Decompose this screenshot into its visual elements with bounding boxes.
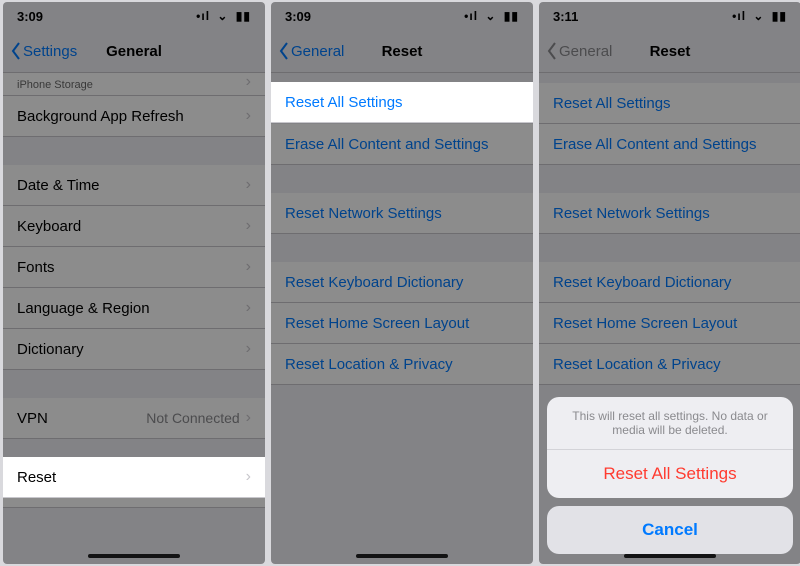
navbar: Settings General [3,30,265,73]
signal-icon: •ıl [196,9,210,23]
status-indicators: •ıl ⌄ ▮▮ [193,9,251,23]
chevron-left-icon [9,42,23,60]
battery-icon: ▮▮ [772,9,787,23]
home-indicator[interactable] [624,554,716,558]
back-label: Settings [23,43,77,60]
row-reset-all: Reset All Settings [539,83,800,124]
status-bar: 3:09 •ıl ⌄ ▮▮ [3,2,265,30]
battery-icon: ▮▮ [236,9,251,23]
row-vpn[interactable]: VPN Not Connected › [3,398,265,439]
status-time: 3:09 [17,9,43,24]
navbar: General Reset [539,30,800,73]
wifi-icon: ⌄ [753,9,764,23]
page-title: General [106,43,162,60]
page-title: Reset [382,43,423,60]
vpn-status: Not Connected [146,410,239,426]
row-reset-keyboard[interactable]: Reset Keyboard Dictionary [271,262,533,303]
page-title: Reset [650,43,691,60]
pane-general: 3:09 •ıl ⌄ ▮▮ Settings General iPhone St… [3,2,265,564]
sheet-message: This will reset all settings. No data or… [547,397,793,450]
sheet-cancel-button[interactable]: Cancel [547,506,793,554]
navbar: General Reset [271,30,533,73]
row-reset-home[interactable]: Reset Home Screen Layout [271,303,533,344]
wifi-icon: ⌄ [217,9,228,23]
row-reset-location[interactable]: Reset Location & Privacy [271,344,533,385]
back-button: General [545,42,612,60]
status-bar: 3:09 •ıl ⌄ ▮▮ [271,2,533,30]
row-fonts[interactable]: Fonts› [3,247,265,288]
row-reset-network: Reset Network Settings [539,193,800,234]
sheet-confirm-button[interactable]: Reset All Settings [547,450,793,498]
home-indicator[interactable] [88,554,180,558]
signal-icon: •ıl [732,9,746,23]
row-bg-refresh[interactable]: Background App Refresh› [3,96,265,137]
home-indicator[interactable] [356,554,448,558]
status-time: 3:09 [285,9,311,24]
row-iphone-storage[interactable]: iPhone Storage› [3,73,265,96]
row-keyboard[interactable]: Keyboard› [3,206,265,247]
reset-list: Reset All Settings Erase All Content and… [539,73,800,385]
action-sheet: This will reset all settings. No data or… [547,397,793,554]
row-dictionary[interactable]: Dictionary› [3,329,265,370]
back-button[interactable]: General [277,42,344,60]
signal-icon: •ıl [464,9,478,23]
status-bar: 3:11 •ıl ⌄ ▮▮ [539,2,800,30]
row-reset-keyboard: Reset Keyboard Dictionary [539,262,800,303]
row-reset-home: Reset Home Screen Layout [539,303,800,344]
pane-reset-confirm: 3:11 •ıl ⌄ ▮▮ General Reset Reset All Se… [539,2,800,564]
row-reset-location: Reset Location & Privacy [539,344,800,385]
chevron-left-icon [545,42,559,60]
row-reset-network[interactable]: Reset Network Settings [271,193,533,234]
pane-reset: 3:09 •ıl ⌄ ▮▮ General Reset Erase All Co… [271,2,533,564]
wifi-icon: ⌄ [485,9,496,23]
row-erase-all: Erase All Content and Settings [539,124,800,165]
back-button[interactable]: Settings [9,42,77,60]
back-label: General [291,43,344,60]
row-lang-region[interactable]: Language & Region› [3,288,265,329]
row-reset[interactable]: Reset› [3,457,265,498]
row-date-time[interactable]: Date & Time› [3,165,265,206]
battery-icon: ▮▮ [504,9,519,23]
row-reset-all[interactable]: Reset All Settings [271,82,533,123]
chevron-left-icon [277,42,291,60]
status-time: 3:11 [553,9,578,24]
row-erase-all[interactable]: Erase All Content and Settings [271,124,533,165]
status-indicators: •ıl ⌄ ▮▮ [461,9,519,23]
back-label: General [559,43,612,60]
status-indicators: •ıl ⌄ ▮▮ [729,9,787,23]
